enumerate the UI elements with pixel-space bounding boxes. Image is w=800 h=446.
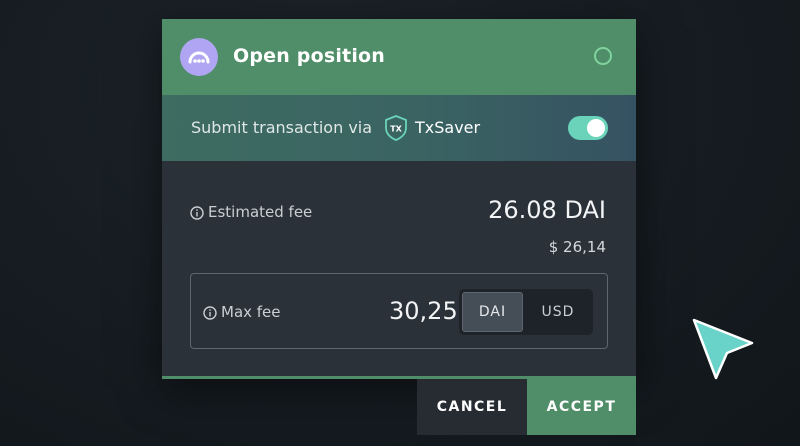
max-fee-value[interactable]: 30,25 [389,297,458,325]
currency-switch: DAI USD [459,289,593,335]
max-fee-box: Max fee 30,25 DAI USD [190,273,608,349]
dialog-title: Open position [233,45,386,67]
estimated-fee-text: Estimated fee [208,203,313,221]
txsaver-toggle[interactable] [568,116,608,140]
txsaver-shield-icon: TX [384,115,408,145]
currency-option-usd[interactable]: USD [525,292,591,332]
max-fee-text: Max fee [221,303,281,321]
txsaver-brand: TxSaver [415,118,481,137]
pointer-cursor-icon [692,318,754,380]
txsaver-shield-text: TX [390,125,402,134]
info-icon [190,205,204,220]
estimated-fee-value: 26.08 DAI [488,196,606,224]
submit-via-row: Submit transaction via TX TxSaver [162,95,636,161]
estimated-fee-label: Estimated fee [190,203,312,221]
dialog-header: Open position [162,19,636,95]
currency-option-dai[interactable]: DAI [462,292,523,332]
open-position-dialog: Open position Submit transaction via TX … [162,19,636,379]
accept-button[interactable]: ACCEPT [527,379,636,435]
info-icon [203,305,217,320]
toggle-knob[interactable] [587,119,605,137]
submit-via-label: Submit transaction via [191,118,373,137]
status-ring-icon [594,47,612,65]
cancel-button[interactable]: CANCEL [417,379,527,435]
dots-avatar-icon [180,38,218,76]
estimated-fee-usd: $ 26,14 [548,238,606,256]
max-fee-label: Max fee [203,303,281,321]
